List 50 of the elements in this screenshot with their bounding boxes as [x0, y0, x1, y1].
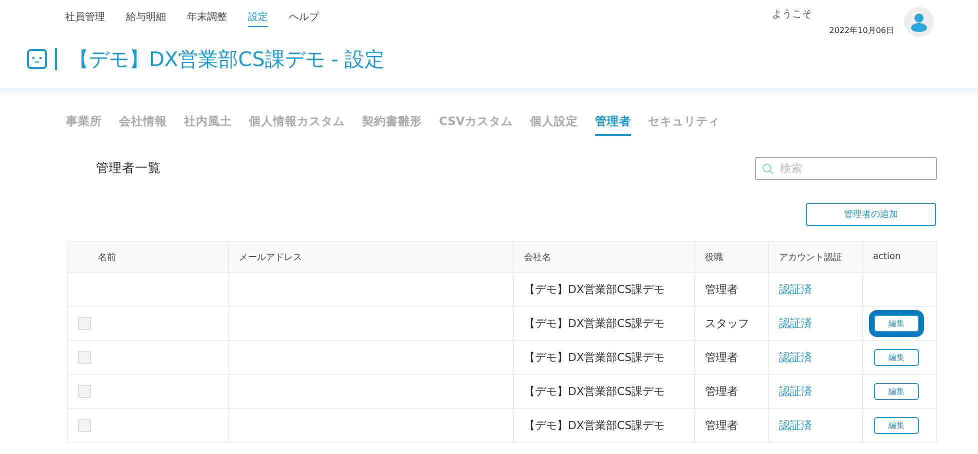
table-cell: 【デモ】DX営業部CS課デモ: [514, 408, 694, 442]
date: 2022年10月06日: [829, 25, 894, 36]
nav-link[interactable]: 給与明細: [126, 10, 166, 27]
edit-button[interactable]: 編集: [874, 383, 919, 400]
settings-tab[interactable]: 契約書雛形: [362, 114, 422, 136]
auth-status: 認証済: [768, 408, 862, 442]
settings-tab[interactable]: 個人設定: [530, 114, 578, 136]
table-cell: 【デモ】DX営業部CS課デモ: [514, 272, 694, 306]
column-header: メールアドレス: [228, 242, 514, 272]
settings-tab[interactable]: セキュリティ: [648, 114, 720, 136]
settings-tab[interactable]: 個人情報カスタム: [249, 114, 345, 136]
search-field[interactable]: 検索: [755, 157, 937, 180]
logo-icon: [27, 49, 47, 69]
edit-button[interactable]: 編集: [874, 417, 919, 434]
table-cell: 【デモ】DX営業部CS課デモ: [514, 374, 694, 408]
column-header: 役職: [694, 242, 768, 272]
row-checkbox[interactable]: [78, 419, 91, 432]
table-cell: 管理者: [694, 272, 768, 306]
settings-tab[interactable]: CSVカスタム: [439, 114, 513, 136]
table-cell: 管理者: [694, 374, 768, 408]
settings-tab[interactable]: 会社情報: [119, 114, 167, 136]
avatar-icon[interactable]: [904, 7, 934, 37]
table-cell: 管理者: [694, 408, 768, 442]
table-cell: 管理者: [694, 340, 768, 374]
nav-link[interactable]: 年末調整: [187, 10, 227, 27]
column-header: アカウント認証: [768, 242, 862, 272]
settings-tab[interactable]: 管理者: [594, 114, 631, 136]
auth-status: 認証済: [768, 272, 862, 306]
table-cell: スタッフ: [694, 306, 768, 340]
auth-status: 認証済: [768, 340, 862, 374]
column-header: 会社名: [514, 242, 694, 272]
table-cell: 【デモ】DX営業部CS課デモ: [514, 340, 694, 374]
row-checkbox[interactable]: [78, 351, 91, 364]
greeting: ようこそ: [772, 8, 812, 21]
settings-tab[interactable]: 事業所: [66, 114, 102, 136]
nav-link[interactable]: ヘルプ: [289, 10, 319, 27]
nav-link[interactable]: 設定: [248, 10, 268, 27]
column-header: action: [862, 242, 936, 272]
section-title: 管理者一覧: [96, 160, 161, 177]
row-checkbox[interactable]: [78, 385, 91, 398]
nav-link[interactable]: 社員管理: [65, 10, 105, 27]
auth-status: 認証済: [768, 374, 862, 408]
row-checkbox[interactable]: [78, 317, 91, 330]
page-title: 【デモ】DX営業部CS課デモ - 設定: [69, 46, 385, 72]
edit-button[interactable]: 編集: [874, 349, 919, 366]
auth-status: 認証済: [768, 306, 862, 340]
table-cell: 【デモ】DX営業部CS課デモ: [514, 306, 694, 340]
column-header: 名前: [68, 242, 228, 272]
add-admin-button[interactable]: 管理者の追加: [806, 203, 936, 226]
settings-tab[interactable]: 社内風土: [184, 114, 232, 136]
